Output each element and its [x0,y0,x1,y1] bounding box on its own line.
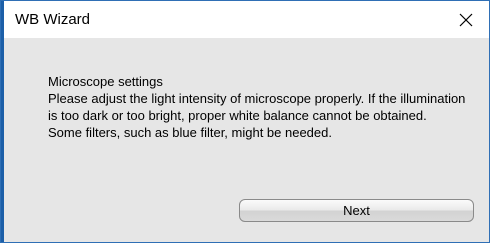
close-button[interactable] [443,1,489,38]
message-line-1: Please adjust the light intensity of mic… [48,91,466,123]
window-left-border [1,1,4,242]
close-icon [459,13,473,26]
message-line-2: Some filters, such as blue filter, might… [48,125,332,140]
message-heading: Microscope settings [48,74,163,89]
instructions-text: Microscope settings Please adjust the li… [48,73,478,141]
wb-wizard-dialog: WB Wizard Microscope settings Please adj… [0,0,490,243]
next-button[interactable]: Next [239,199,474,222]
window-title: WB Wizard [15,11,90,28]
title-bar[interactable]: WB Wizard [1,1,489,38]
dialog-content: Microscope settings Please adjust the li… [1,38,489,203]
